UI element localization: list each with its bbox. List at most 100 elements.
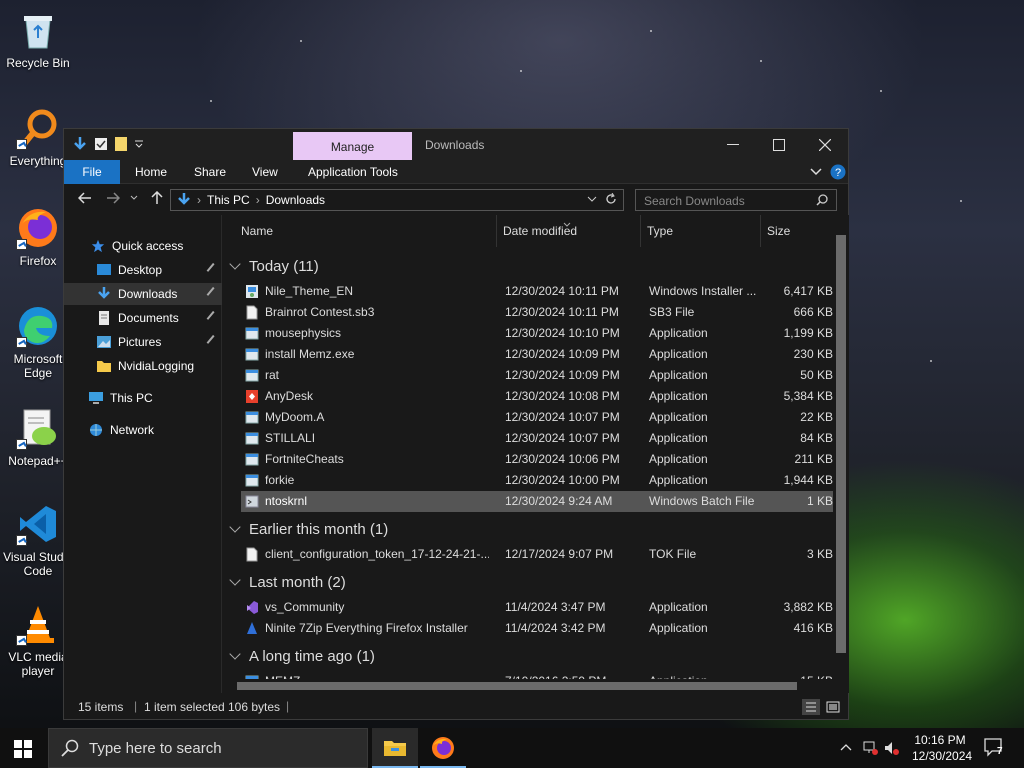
column-header-name[interactable]: Name <box>235 215 497 247</box>
forward-arrow-icon <box>107 192 121 204</box>
minimize-icon <box>727 143 739 145</box>
refresh-icon[interactable] <box>605 192 617 208</box>
file-row[interactable]: STILLALI 12/30/2024 10:07 PM Application 84… <box>241 428 833 449</box>
network-status-icon[interactable] <box>862 740 878 759</box>
file-name: Brainrot Contest.sb3 <box>265 305 375 319</box>
breadcrumb-downloads[interactable]: Downloads <box>266 193 325 207</box>
file-size: 211 KB <box>794 452 833 466</box>
download-arrow-icon[interactable] <box>72 136 88 155</box>
file-row[interactable]: client_configuration_token_17-12-24-21-.… <box>241 544 833 565</box>
file-row[interactable]: forkie 12/30/2024 10:00 PM Application 1,94… <box>241 470 833 491</box>
properties-icon[interactable] <box>94 137 108 154</box>
nav-network[interactable]: Network <box>64 419 222 441</box>
up-button[interactable] <box>150 190 164 208</box>
file-row[interactable]: Brainrot Contest.sb3 12/30/2024 10:11 PM S… <box>241 302 833 323</box>
taskbar-firefox[interactable] <box>420 728 466 768</box>
manage-tab[interactable]: Manage <box>293 132 412 160</box>
search-icon <box>61 739 79 757</box>
recent-locations-button[interactable] <box>130 191 138 208</box>
horizontal-scrollbar-thumb[interactable] <box>237 682 797 690</box>
breadcrumb-this-pc[interactable]: This PC <box>207 193 250 207</box>
pin-icon <box>206 262 219 276</box>
file-row[interactable]: AnyDesk 12/30/2024 10:08 PM Application 5,3… <box>241 386 833 407</box>
taskbar: Type here to search 10:16 PM 12/30/2024 … <box>0 728 1024 768</box>
notepad-plus-plus-icon <box>16 406 60 450</box>
show-hidden-icons-icon[interactable] <box>840 741 852 755</box>
file-date-modified: 12/30/2024 10:10 PM <box>505 326 620 340</box>
file-row[interactable]: rat 12/30/2024 10:09 PM Application 50 KB <box>241 365 833 386</box>
details-view-button[interactable] <box>802 699 820 715</box>
clock-date: 12/30/2024 <box>912 749 973 763</box>
file-name: FortniteCheats <box>265 452 344 466</box>
file-date-modified: 12/30/2024 10:00 PM <box>505 473 620 487</box>
nav-quick-access[interactable]: Quick access <box>64 235 222 257</box>
vertical-scrollbar[interactable] <box>833 221 849 681</box>
maximize-button[interactable] <box>756 129 802 160</box>
new-folder-icon[interactable] <box>114 136 128 155</box>
column-header-size[interactable]: Size <box>761 215 833 247</box>
file-row[interactable]: Nile_Theme_EN 12/30/2024 10:11 PM Windows … <box>241 281 833 302</box>
address-dropdown-icon[interactable] <box>587 192 597 209</box>
nav-documents[interactable]: Documents <box>64 307 222 329</box>
tab-file[interactable]: File <box>64 160 120 184</box>
file-name: AnyDesk <box>265 389 314 403</box>
file-name: forkie <box>265 473 295 487</box>
tab-share[interactable]: Share <box>194 160 226 184</box>
close-button[interactable] <box>802 129 848 160</box>
nav-pictures[interactable]: Pictures <box>64 331 222 353</box>
file-size: 3,882 KB <box>783 600 833 614</box>
large-icons-view-button[interactable] <box>824 699 842 715</box>
file-size: 230 KB <box>793 347 833 361</box>
file-row[interactable]: mousephysics 12/30/2024 10:10 PM Applicati… <box>241 323 833 344</box>
column-header-type[interactable]: Type <box>641 215 761 247</box>
group-header[interactable]: Today (11) <box>229 253 319 279</box>
file-name: Nile_Theme_EN <box>265 284 354 298</box>
volume-muted-icon[interactable] <box>884 740 900 759</box>
group-header[interactable]: Earlier this month (1) <box>229 516 388 542</box>
file-row[interactable]: Ninite 7Zip Everything Firefox Installer… <box>241 618 833 639</box>
file-row[interactable]: ntoskrnl 12/30/2024 9:24 AM Windows Batch … <box>241 491 833 512</box>
vscode-icon <box>16 502 60 546</box>
back-button[interactable] <box>77 191 92 208</box>
file-row[interactable]: MyDoom.A 12/30/2024 10:07 PM Application 22… <box>241 407 833 428</box>
downloads-folder-icon <box>98 287 110 299</box>
file-name: Ninite 7Zip Everything Firefox Installer <box>265 621 468 635</box>
network-icon <box>90 424 102 436</box>
desktop-icon-recycle-bin[interactable]: Recycle Bin <box>2 8 74 70</box>
notification-count-badge: 7 <box>997 746 1003 757</box>
tab-home[interactable]: Home <box>135 160 167 184</box>
tab-view[interactable]: View <box>252 160 278 184</box>
nav-nvidialogging[interactable]: NvidiaLogging <box>64 355 222 377</box>
forward-button[interactable] <box>106 191 121 208</box>
horizontal-scrollbar[interactable] <box>223 679 833 693</box>
details-view-icon <box>806 702 816 712</box>
customize-toolbar-icon[interactable] <box>134 138 144 153</box>
file-date-modified: 12/17/2024 9:07 PM <box>505 547 614 561</box>
help-icon[interactable]: ? <box>830 164 846 183</box>
taskbar-search-box[interactable]: Type here to search <box>48 728 368 768</box>
group-header[interactable]: Last month (2) <box>229 569 346 595</box>
notification-center-button[interactable]: 7 <box>984 738 1006 761</box>
expand-ribbon-icon[interactable] <box>810 165 822 180</box>
nav-desktop[interactable]: Desktop <box>64 259 222 281</box>
nav-downloads[interactable]: Downloads <box>64 283 222 305</box>
file-type: Application <box>649 473 708 487</box>
tab-application-tools[interactable]: Application Tools <box>308 160 398 184</box>
group-header[interactable]: A long time ago (1) <box>229 643 375 669</box>
search-input[interactable]: Search Downloads <box>635 189 837 211</box>
nav-label: Quick access <box>112 239 184 253</box>
search-icon <box>816 194 828 209</box>
address-bar[interactable]: › This PC › Downloads <box>170 189 624 211</box>
start-button[interactable] <box>14 740 32 761</box>
file-row[interactable]: install Memz.exe 12/30/2024 10:09 PM Appli… <box>241 344 833 365</box>
file-row[interactable]: FortniteCheats 12/30/2024 10:06 PM Applica… <box>241 449 833 470</box>
file-name: mousephysics <box>265 326 342 340</box>
file-type: Application <box>649 600 708 614</box>
vertical-scrollbar-thumb[interactable] <box>836 235 846 653</box>
minimize-button[interactable] <box>710 129 756 160</box>
taskbar-file-explorer[interactable] <box>372 728 418 768</box>
taskbar-clock[interactable]: 10:16 PM 12/30/2024 <box>912 732 973 764</box>
file-row[interactable]: vs_Community 11/4/2024 3:47 PM Application… <box>241 597 833 618</box>
nav-this-pc[interactable]: This PC <box>64 387 222 409</box>
file-name: STILLALI <box>265 431 316 445</box>
